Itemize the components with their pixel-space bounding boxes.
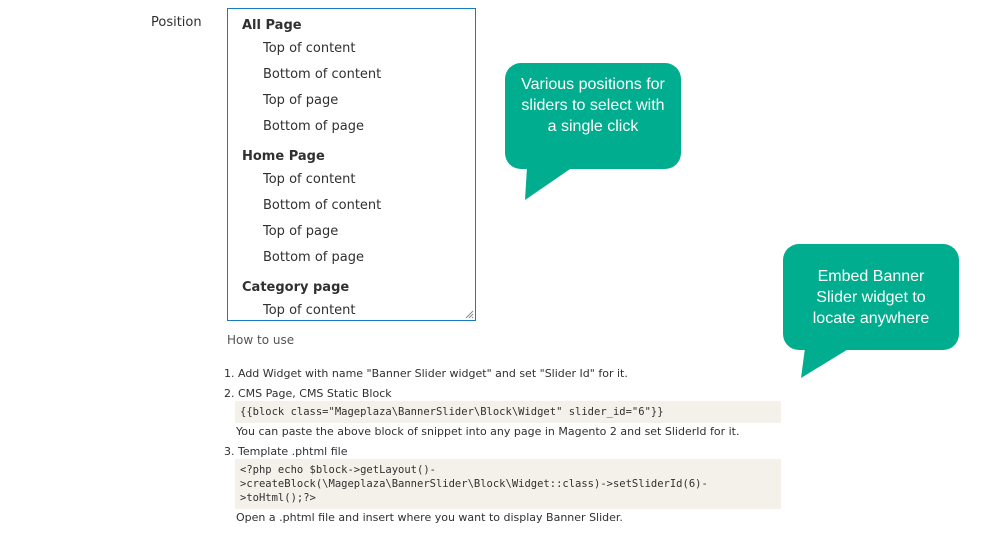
step-3: 3. Template .phtml file [224,445,348,458]
step-2-description: You can paste the above block of snippet… [236,425,740,438]
position-multiselect[interactable]: All Page Top of content Bottom of conten… [227,8,476,321]
step-1: 1. Add Widget with name "Banner Slider w… [224,367,628,380]
callout-positions: Various positions for sliders to select … [505,63,681,200]
option-all-page-bottom-of-page[interactable]: Bottom of page [263,119,364,134]
code-snippet-phtml: <?php echo $block->getLayout()- >createB… [235,459,781,509]
code-snippet-cms-block: {{block class="Mageplaza\BannerSlider\Bl… [235,401,781,423]
optgroup-home-page: Home Page [242,149,325,164]
callout-positions-tail [525,167,573,200]
option-home-page-bottom-of-content[interactable]: Bottom of content [263,198,381,213]
option-category-page-top-of-content[interactable]: Top of content [263,303,356,318]
option-all-page-top-of-content[interactable]: Top of content [263,41,356,56]
callout-positions-text: Various positions for sliders to select … [521,76,665,135]
option-home-page-top-of-content[interactable]: Top of content [263,172,356,187]
callout-embed-tail [801,348,850,378]
resize-grip-icon[interactable] [465,310,474,319]
callout-embed: Embed Banner Slider widget to locate any… [783,244,959,378]
optgroup-category-page: Category page [242,280,350,295]
option-all-page-bottom-of-content[interactable]: Bottom of content [263,67,381,82]
option-home-page-top-of-page[interactable]: Top of page [263,224,338,239]
option-all-page-top-of-page[interactable]: Top of page [263,93,338,108]
optgroup-all-page: All Page [242,18,302,33]
how-to-use-title: How to use [227,333,295,347]
position-field-label: Position [151,15,202,30]
step-2: 2. CMS Page, CMS Static Block [224,387,392,400]
step-3-description: Open a .phtml file and insert where you … [236,511,623,524]
callout-embed-text: Embed Banner Slider widget to locate any… [812,268,930,327]
option-home-page-bottom-of-page[interactable]: Bottom of page [263,250,364,265]
